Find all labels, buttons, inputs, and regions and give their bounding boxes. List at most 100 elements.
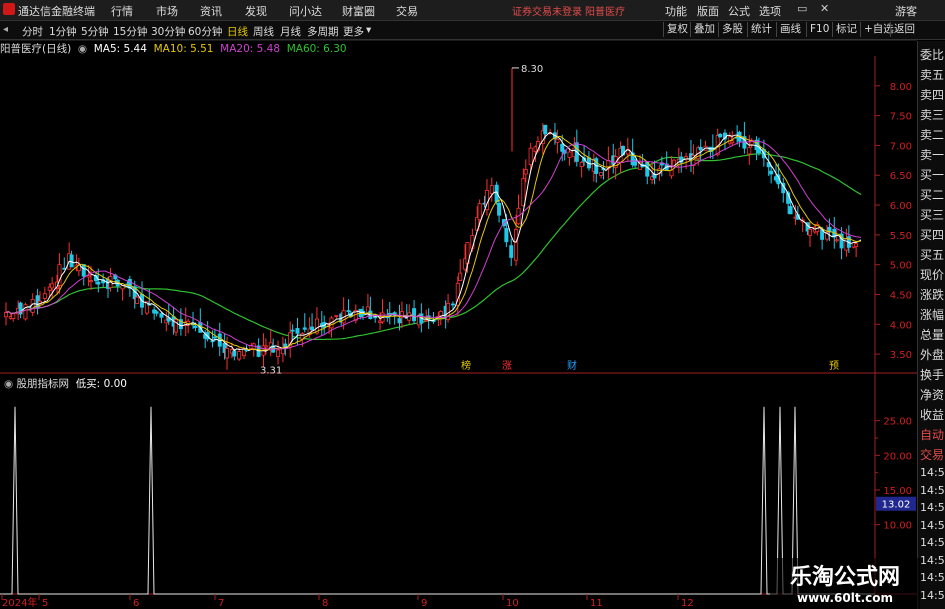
event-marker[interactable]: 涨 bbox=[502, 360, 512, 372]
indicator-value: 低买: 0.00 bbox=[75, 378, 127, 390]
x-axis-label: 2024年 bbox=[2, 596, 37, 609]
candle-body bbox=[310, 326, 315, 331]
candle-body bbox=[645, 161, 650, 177]
candle-body bbox=[450, 303, 455, 306]
price-tick-label: 8.00 bbox=[890, 82, 912, 93]
candle-body bbox=[290, 329, 295, 332]
candle-body bbox=[579, 162, 584, 167]
side-label[interactable]: 净资 bbox=[920, 386, 944, 403]
side-label[interactable]: 外盘 bbox=[920, 346, 944, 363]
candle-body bbox=[346, 310, 351, 312]
candle-body bbox=[514, 229, 519, 261]
time-entry: 14:56 bbox=[920, 518, 945, 532]
candle-body bbox=[834, 239, 839, 242]
candle-body bbox=[412, 308, 417, 322]
x-axis-label: 10 bbox=[506, 598, 519, 609]
x-axis-label: 11 bbox=[590, 598, 603, 609]
side-label[interactable]: 涨幅 bbox=[920, 306, 944, 323]
side-label[interactable]: 卖三 bbox=[920, 106, 944, 123]
price-tick-label: 5.50 bbox=[890, 231, 912, 242]
x-axis-label: 6 bbox=[133, 598, 139, 609]
time-entry: 14:56 bbox=[920, 466, 945, 479]
side-label[interactable]: 现价 bbox=[920, 266, 944, 283]
candle-body bbox=[225, 348, 230, 359]
indicator-line bbox=[0, 406, 875, 595]
side-label[interactable]: 委比 bbox=[920, 46, 944, 63]
current-value: 13.02 bbox=[882, 500, 911, 511]
candle-body bbox=[4, 312, 9, 318]
candle-body bbox=[232, 350, 237, 357]
time-entry: 14:56 bbox=[920, 553, 945, 567]
event-marker[interactable]: 榜 bbox=[461, 359, 471, 372]
side-label[interactable]: 卖一 bbox=[920, 146, 944, 163]
candle-body bbox=[302, 327, 307, 330]
side-label[interactable]: 总量 bbox=[920, 326, 944, 343]
indicator-settings-icon[interactable]: ◉ bbox=[4, 378, 17, 390]
candle-body bbox=[424, 319, 429, 322]
indicator-tick-label: 20.00 bbox=[883, 451, 912, 462]
side-label[interactable]: 买四 bbox=[920, 226, 944, 243]
time-entry: 14:56 bbox=[920, 571, 945, 584]
candle-body bbox=[50, 283, 55, 289]
candle-body bbox=[135, 296, 140, 304]
x-axis-label: 9 bbox=[421, 598, 427, 609]
candle-body bbox=[11, 313, 16, 319]
candle-body bbox=[237, 351, 242, 360]
candle-body bbox=[210, 340, 215, 343]
kline-chart[interactable]: 8.00 7.50 7.00 6.50 6.00 5.50 5.00 4.50 4.00 3.50… bbox=[0, 0, 917, 609]
candle-body bbox=[509, 245, 514, 258]
candle-body bbox=[89, 280, 94, 282]
candle-body bbox=[854, 243, 859, 247]
candle-body bbox=[730, 140, 735, 144]
side-label[interactable]: 买二 bbox=[920, 186, 944, 203]
side-label[interactable]: 卖五 bbox=[920, 66, 944, 83]
high-label: 8.30 bbox=[521, 64, 543, 75]
indicator-name: 股朋指标网 bbox=[16, 378, 70, 390]
price-tick-label: 4.50 bbox=[890, 290, 912, 301]
watermark-url: www.60lt.com bbox=[796, 591, 894, 605]
candle-body bbox=[807, 229, 812, 236]
candle-body bbox=[788, 206, 793, 215]
price-tick-label: 3.50 bbox=[890, 350, 912, 361]
side-label[interactable]: 卖二 bbox=[920, 126, 944, 143]
candle-body bbox=[504, 228, 509, 243]
side-label[interactable]: 卖四 bbox=[920, 86, 944, 103]
candle-body bbox=[698, 146, 703, 151]
candle-body bbox=[458, 272, 463, 281]
side-label[interactable]: 收益 bbox=[920, 406, 944, 423]
indicator-tick-label: 10.00 bbox=[883, 521, 912, 532]
candle-body bbox=[769, 170, 774, 175]
candle-body bbox=[295, 328, 300, 334]
side-label[interactable]: 换手 bbox=[920, 366, 944, 383]
candle-body bbox=[96, 281, 101, 285]
candle-body bbox=[81, 264, 86, 277]
x-axis-label: 8 bbox=[322, 598, 328, 609]
candle-body bbox=[193, 325, 198, 328]
ma60-line bbox=[5, 153, 862, 341]
candle-body bbox=[42, 293, 47, 299]
side-label[interactable]: 买三 bbox=[920, 206, 944, 223]
watermark: 乐淘公式网 www.60lt.com bbox=[770, 558, 920, 609]
candle-body bbox=[154, 311, 159, 314]
low-label: 3.31 bbox=[260, 365, 282, 376]
side-label[interactable]: 自动 bbox=[920, 426, 944, 443]
candle-body bbox=[543, 124, 548, 135]
side-label[interactable]: 买五 bbox=[920, 246, 944, 263]
candle-body bbox=[159, 313, 164, 318]
x-axis-label: 7 bbox=[218, 598, 224, 609]
event-marker[interactable]: 预 bbox=[829, 360, 839, 372]
side-label[interactable]: 买一 bbox=[920, 166, 944, 183]
event-marker[interactable]: 财 bbox=[567, 359, 577, 372]
time-entry: 14:56 bbox=[920, 501, 945, 514]
indicator-title-line: ◉ 股朋指标网 低买: 0.00 bbox=[4, 376, 127, 391]
side-label[interactable]: 交易 bbox=[920, 446, 944, 463]
time-entry: 14:56 bbox=[920, 588, 945, 602]
candle-body bbox=[426, 315, 431, 320]
candle-body bbox=[567, 151, 572, 158]
candle-body bbox=[555, 138, 560, 143]
x-axis-label: 5 bbox=[42, 598, 48, 609]
candle-body bbox=[599, 172, 604, 176]
candle-body bbox=[438, 311, 443, 317]
side-label[interactable]: 涨跌 bbox=[920, 286, 944, 303]
price-tick-label: 4.00 bbox=[890, 320, 912, 331]
